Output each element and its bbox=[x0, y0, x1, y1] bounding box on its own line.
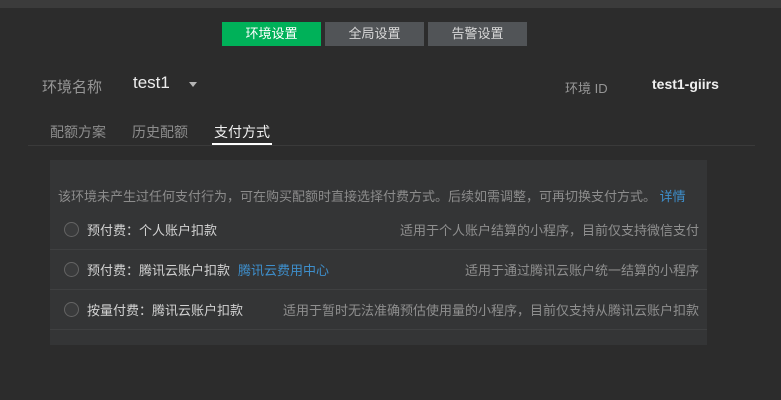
env-name-label: 环境名称 bbox=[42, 79, 103, 96]
payment-method-panel: 该环境未产生过任何支付行为，可在购买配额时直接选择付费方式。后续如需调整，可再切… bbox=[50, 160, 707, 345]
tab-global-settings[interactable]: 全局设置 bbox=[325, 22, 424, 46]
option-description: 适用于通过腾讯云账户统一结算的小程序 bbox=[464, 263, 699, 278]
radio-button[interactable] bbox=[64, 262, 79, 277]
subtab-quota-plan[interactable]: 配额方案 bbox=[48, 122, 108, 145]
option-description: 适用于暂时无法准确预估使用量的小程序，目前仅支持从腾讯云账户扣款 bbox=[282, 303, 699, 318]
settings-tabbar: 环境设置 全局设置 告警设置 bbox=[222, 22, 527, 46]
subtab-quota-history[interactable]: 历史配额 bbox=[130, 122, 190, 145]
tab-alarm-settings[interactable]: 告警设置 bbox=[428, 22, 527, 46]
option-label[interactable]: 预付费：腾讯云账户扣款 bbox=[87, 260, 230, 279]
env-id-label: 环境 ID bbox=[565, 81, 608, 96]
env-name-dropdown[interactable]: test1 bbox=[133, 73, 170, 93]
payment-subtabs: 配额方案 历史配额 支付方式 bbox=[28, 122, 755, 146]
notice-details-link[interactable]: 详情 bbox=[660, 189, 686, 204]
payment-notice: 该环境未产生过任何支付行为，可在购买配额时直接选择付费方式。后续如需调整，可再切… bbox=[50, 160, 707, 210]
top-window-bar bbox=[0, 0, 781, 8]
subtab-payment-method[interactable]: 支付方式 bbox=[212, 122, 272, 145]
env-id-value: test1-giirs bbox=[652, 76, 719, 92]
radio-button[interactable] bbox=[64, 222, 79, 237]
option-label[interactable]: 按量付费：腾讯云账户扣款 bbox=[87, 300, 243, 319]
payment-option-prepaid-personal: 预付费：个人账户扣款 适用于个人账户结算的小程序，目前仅支持微信支付 bbox=[50, 210, 707, 250]
tencent-billing-center-link[interactable]: 腾讯云费用中心 bbox=[238, 260, 329, 279]
tab-environment-settings[interactable]: 环境设置 bbox=[222, 22, 321, 46]
option-description: 适用于个人账户结算的小程序，目前仅支持微信支付 bbox=[399, 223, 699, 238]
payment-notice-text: 该环境未产生过任何支付行为，可在购买配额时直接选择付费方式。后续如需调整，可再切… bbox=[58, 189, 657, 204]
radio-button[interactable] bbox=[64, 302, 79, 317]
chevron-down-icon[interactable] bbox=[189, 82, 197, 87]
environment-header: 环境名称 test1 环境 ID test1-giirs bbox=[0, 72, 781, 98]
option-label[interactable]: 预付费：个人账户扣款 bbox=[87, 220, 217, 239]
payment-option-payasyougo-tencent: 按量付费：腾讯云账户扣款 适用于暂时无法准确预估使用量的小程序，目前仅支持从腾讯… bbox=[50, 290, 707, 330]
payment-option-prepaid-tencent: 预付费：腾讯云账户扣款 腾讯云费用中心 适用于通过腾讯云账户统一结算的小程序 bbox=[50, 250, 707, 290]
